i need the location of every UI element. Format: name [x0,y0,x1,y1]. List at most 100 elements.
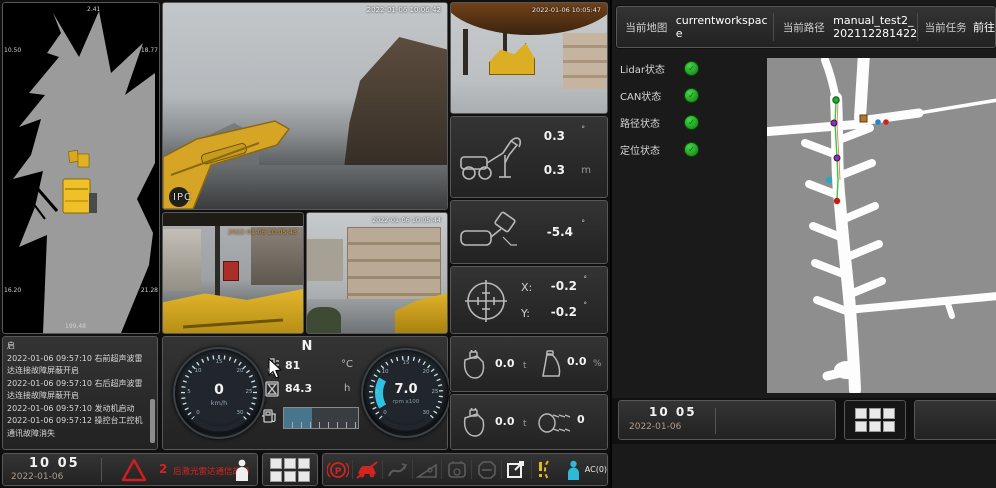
status-row-lidar: Lidar状态 ✓ [620,58,699,78]
log-line-partial: 启 [7,340,147,353]
mouse-cursor [268,358,284,380]
load-ratio-unit: % [593,359,602,369]
boom-status-panel: 0.3 ° 0.3 m [450,116,608,198]
dispatch-console: 当前地图 currentworkspace 当前路径 manual_test2_… [610,0,996,488]
current-task-value: 前往 [973,7,995,47]
canopy-post [463,29,468,75]
camera-front-main[interactable]: 2022-01-06 10:06:42 IPC [162,2,448,210]
tilt-y-unit: ° [584,301,588,309]
bucket-angle-value: -5.4 [547,225,573,239]
stop-button[interactable] [472,454,501,485]
log-scrollbar[interactable] [150,399,155,443]
speed-gauge: 0 5 10 15 20 25 30 0 km/h [173,347,265,439]
load-weight-panel: 0.0 t 0.0 % [450,336,608,392]
current-map-value: currentworkspace [676,7,774,47]
total-weight-unit: t [523,419,527,429]
status-label: CAN状态 [620,88,684,103]
hourmeter-value: 84.3 [285,382,312,395]
coolant-temp-value: 81 [285,359,300,372]
articulation-button[interactable] [383,454,412,485]
boom-height-value: 0.3 [544,163,565,177]
vehicle-hmi: 2.41 10.50 18.77 16.20 21.28 199.48 2022… [0,0,610,488]
current-task-label: 当前任务 [918,7,973,47]
lane-warning-button[interactable] [532,454,561,485]
status-ok-icon: ✓ [684,115,699,130]
camera-rear-right[interactable]: 2022-01-06 10:05:44 [306,212,448,334]
rpm-tick: 0 [379,410,391,416]
load-total-panel: 0.0 t 0 [450,394,608,450]
workspace-map-canvas [767,58,996,393]
log-line: 2022-01-06 09:57:10 发动机启动 [7,403,147,416]
camera-top-cabin[interactable]: 2022-01-06 10:05:47 [450,2,608,114]
fuel-level-ticks [284,422,358,428]
coolant-temp-unit: °C [341,359,353,370]
camera-building-left [163,229,201,291]
vehicle-fault-icon [355,460,379,480]
bucket-count-icon [537,410,571,436]
boom-height-unit: m [581,165,591,176]
lidar-range-top-left: 10.50 [4,47,21,54]
gearbox-button[interactable] [442,454,471,485]
workspace-map-view[interactable] [767,58,996,393]
ac-person-icon [567,460,580,480]
slope-warning-button[interactable] [412,454,441,485]
external-screen-icon [506,460,526,480]
speed-tick: 30 [234,410,246,416]
operator-person-icon[interactable] [235,459,249,481]
status-label: 定位状态 [620,142,684,157]
hourmeter-unit: h [344,383,350,394]
tilt-x-label: X: [521,281,532,294]
alarm-count: 2 [159,462,167,476]
clock-time: 10 05 [29,456,80,471]
gearbox-icon [446,460,468,480]
lidar-map-canvas [3,3,159,333]
status-row-path: 路径状态 ✓ [620,112,699,132]
tilt-x-value: -0.2 [551,279,577,293]
lidar-range-top-right: 18.77 [141,47,158,54]
status-label: 路径状态 [620,115,684,130]
bucket-status-panel: -5.4 ° [450,200,608,264]
svg-text:P: P [334,467,341,477]
status-ok-icon: ✓ [684,142,699,157]
lidar-range-bottom-right: 21.28 [141,287,158,294]
ac-operator-button[interactable]: AC(0) [561,454,607,485]
rpm-unit: rpm x100 [363,399,449,405]
hourmeter-icon [265,381,279,397]
status-ok-icon: ✓ [684,61,699,76]
load-weight-value: 0.0 [495,357,515,370]
camera-rear-left[interactable]: 2022-01-06 10:05:43 [162,212,304,334]
lane-warning-icon [536,459,556,481]
boom-angle-value: 0.3 [544,129,565,143]
lidar-map-view[interactable]: 2.41 10.50 18.77 16.20 21.28 199.48 [2,2,160,334]
rpm-gauge: 0 5 10 15 20 25 30 7.0 rpm x100 [361,348,451,438]
mission-header: 当前地图 currentworkspace 当前路径 manual_test2_… [616,6,996,48]
ac-label: AC(0) [585,465,607,474]
rpm-tick: 30 [420,410,432,416]
current-path-label: 当前路径 [774,7,833,47]
tilt-y-value: -0.2 [551,305,577,319]
event-log-panel[interactable]: 启 2022-01-06 09:57:10 右前超声波雷达连接故障屏蔽开启 20… [2,336,158,450]
bottom-status-bar: 10 05 2022-01-06 2 后激光雷达通信故障 [0,452,610,488]
layout-grid-button[interactable] [262,453,318,486]
log-line: 2022-01-06 09:57:12 操控台工控机通讯故障消失 [7,415,147,440]
speed-tick: 20 [234,368,246,374]
camera-timestamp: 2022-01-06 10:05:44 [372,216,441,224]
camera-building-wall [347,227,441,303]
screen-switch-button[interactable] [502,454,531,485]
gauge-cluster-panel: 0 5 10 15 20 25 30 0 km/h N 81 °C [162,336,448,450]
dispatch-bottom-bar: 10 05 2022-01-06 [612,398,996,444]
divider [101,458,102,482]
log-line: 2022-01-06 09:57:10 右前超声波雷达连接故障屏蔽开启 [7,353,147,378]
collision-warning-button[interactable] [353,454,382,485]
layout-grid-button[interactable] [844,400,906,440]
speed-value: 0 [175,382,263,398]
camera-timestamp: 2022-01-06 10:05:43 [228,228,297,236]
parking-brake-button[interactable]: P [323,454,352,485]
clock-date: 2022-01-06 [629,422,681,432]
chassis-tilt-panel: X: -0.2 ° Y: -0.2 ° [450,266,608,334]
speed-unit: km/h [175,399,263,407]
operator-console: 2.41 10.50 18.77 16.20 21.28 199.48 2022… [0,0,996,488]
camera-timestamp: 2022-01-06 10:06:42 [367,6,441,14]
speed-tick: 15 [213,359,225,365]
camera-building-small [307,239,343,281]
